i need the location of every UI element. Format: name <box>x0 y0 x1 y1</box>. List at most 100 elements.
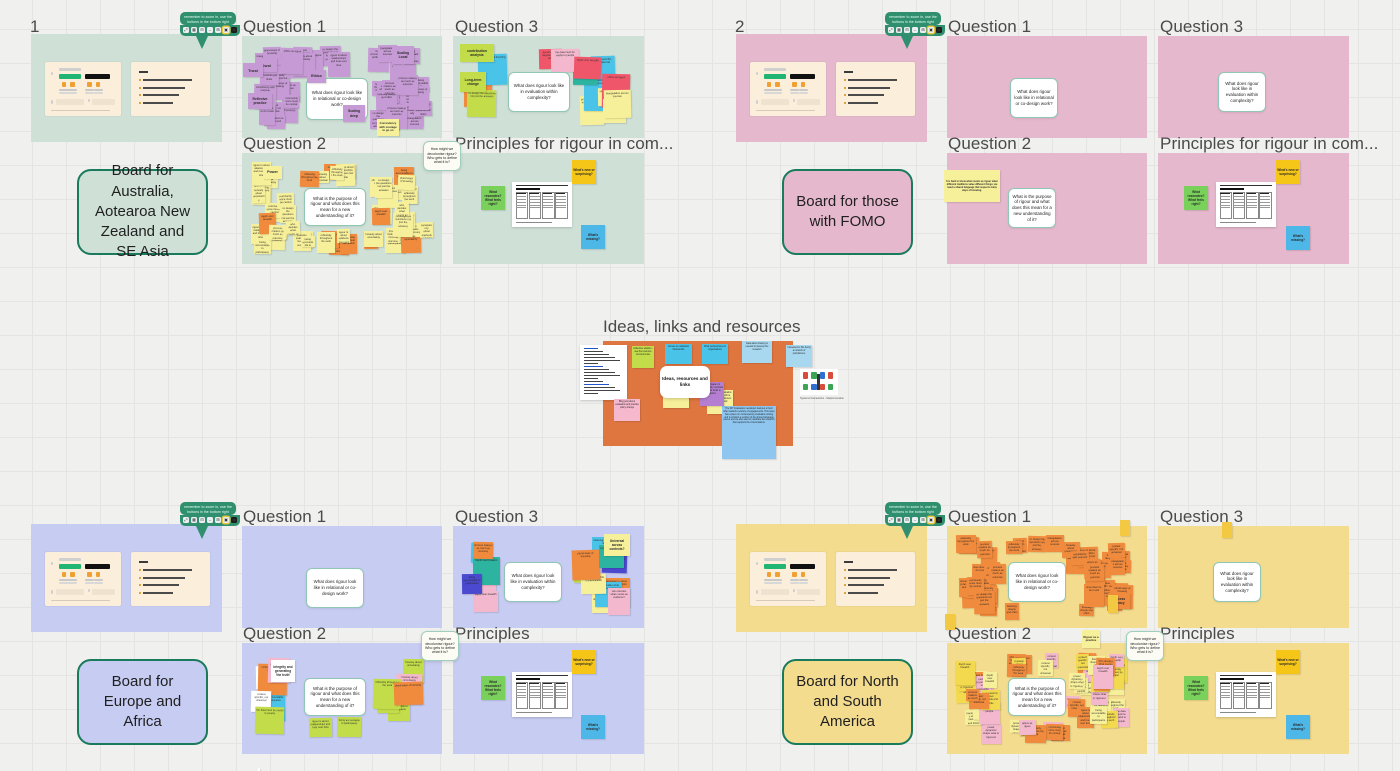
sticky-tab[interactable] <box>1222 522 1232 538</box>
resource-sticky[interactable]: Access to evaluation frameworks <box>665 344 692 364</box>
sticky-note[interactable]: ethics as rigour <box>280 47 304 74</box>
presentation-icon[interactable]: ▣ <box>928 26 934 33</box>
sticky-missing[interactable]: What's missing? <box>581 715 605 739</box>
sticky-note[interactable]: process matters as much as outcome <box>397 74 419 95</box>
sticky-note[interactable]: co-design the questions not just the ans… <box>393 213 415 238</box>
sticky-tab[interactable] <box>1108 595 1118 613</box>
sticky-note[interactable]: rigour is about relationships and trust … <box>336 229 351 244</box>
sticky-note[interactable]: reflexivity throughout the work <box>329 165 345 180</box>
sticky-note[interactable]: community voice must be central <box>1045 723 1064 740</box>
sticky-note[interactable]: depth over breadth <box>1092 664 1113 689</box>
decolonise-float-note[interactable]: How might we decolonise rigour? Who gets… <box>421 631 459 661</box>
sticky-consistency[interactable]: Consistency with courage to go on <box>377 119 399 136</box>
sticky-power[interactable]: Power <box>263 166 282 179</box>
resource-sticky[interactable]: Collective wisdom - see the resource com… <box>632 346 654 368</box>
sticky-note[interactable]: reflexivity throughout the work <box>1005 540 1022 554</box>
sticky-tab[interactable] <box>1120 520 1130 536</box>
zoom-level[interactable]: – <box>207 516 213 523</box>
sticky-note[interactable]: slow down to do it well <box>1083 583 1104 607</box>
fit-screen-icon[interactable]: ⤢ <box>888 516 894 523</box>
sticky-yellow-long[interactable]: It is hard to know what counts as rigour… <box>944 170 1000 202</box>
sticky-note[interactable]: process matters as much as outcome <box>473 541 494 559</box>
presentation-icon[interactable]: ▣ <box>223 26 229 33</box>
board-label[interactable]: Board for Australia, Aotearoa New Zealan… <box>77 162 208 260</box>
sticky-note[interactable]: depth over breadth <box>371 207 391 225</box>
sticky-note[interactable]: process matters as much as outcome <box>988 563 1006 584</box>
sticky-note[interactable]: reflexivity throughout the work <box>316 231 336 253</box>
zoom-in-icon[interactable]: ⊞ <box>920 26 926 33</box>
sticky-surprising[interactable]: What's new or surprising? <box>572 650 596 674</box>
resource-sticky[interactable]: Interested in this being a network of pr… <box>786 345 812 367</box>
zoom-out-icon[interactable]: ⊟ <box>199 516 205 523</box>
board-label[interactable]: Board for Europe and Africa <box>77 659 208 745</box>
resource-sticky[interactable]: What perspectives on organisations <box>702 344 728 364</box>
sticky-note[interactable]: being accountable to participants <box>254 238 272 254</box>
sticky-note[interactable]: who decides what counts as evidence? <box>394 201 409 216</box>
sticky-missing[interactable]: What's missing? <box>1286 226 1310 250</box>
sticky-note[interactable]: who decides what counts as evidence? <box>607 588 630 616</box>
principles-document[interactable] <box>512 182 572 227</box>
sticky-resonates[interactable]: What resonates? What feels right? <box>481 676 505 700</box>
principles-document[interactable] <box>1216 182 1276 227</box>
sticky-ethics[interactable]: Ethics <box>307 70 326 83</box>
sticky-note[interactable]: depth over breadth <box>982 671 997 688</box>
sticky-contribution-analysis[interactable]: contribution analysis <box>460 44 494 62</box>
zoom-out-icon[interactable]: ⊟ <box>904 516 910 523</box>
zoom-level[interactable]: – <box>912 26 918 33</box>
principles-document[interactable] <box>512 672 572 717</box>
sticky-surprising[interactable]: What's new or surprising? <box>1276 650 1300 674</box>
sticky-note[interactable]: triangulation across sources <box>406 114 424 129</box>
sticky-resonates[interactable]: What resonates? What feels right? <box>1184 186 1208 210</box>
sticky-note[interactable]: depth over breadth <box>573 56 601 80</box>
sticky-note[interactable]: transparency about methods and limits <box>420 221 434 238</box>
systems-diagram-thumbnail[interactable] <box>800 369 838 395</box>
frames-icon[interactable]: ▦ <box>191 516 197 523</box>
sticky-note[interactable]: co-design the questions not just the ans… <box>1027 536 1047 553</box>
help-icon[interactable]: ◉ <box>231 26 237 33</box>
sticky-note[interactable]: process matters as much as outcome <box>1084 564 1105 582</box>
sticky-missing[interactable]: What's missing? <box>1286 715 1310 739</box>
fit-screen-icon[interactable]: ⤢ <box>183 516 189 523</box>
zoom-level[interactable]: – <box>207 26 213 33</box>
board-label[interactable]: Board for those with FOMO <box>782 169 913 255</box>
sticky-note[interactable]: honesty about uncertainty <box>251 186 266 204</box>
decolonise-float-note[interactable]: How might we decolonise rigour? Who gets… <box>423 141 461 171</box>
sticky-note[interactable]: ethics as rigour <box>1018 720 1036 737</box>
presentation-icon[interactable]: ▣ <box>928 516 934 523</box>
sticky-rigour-practice[interactable]: Rigour as a practice <box>1082 630 1100 648</box>
presentation-icon[interactable]: ▣ <box>223 516 229 523</box>
board-label[interactable]: Board for North and South America <box>782 659 913 745</box>
sticky-note[interactable]: plural ways of knowing <box>571 549 601 581</box>
sticky-note[interactable]: process matters as much as outcome <box>268 224 287 241</box>
sticky-note[interactable]: reflexivity throughout the work <box>299 170 319 188</box>
sticky-note[interactable]: co-design the questions not just the ans… <box>374 176 393 199</box>
zoom-in-icon[interactable]: ⊞ <box>215 26 221 33</box>
sticky-note[interactable]: being accountable to participants <box>300 236 315 248</box>
sticky-resonates[interactable]: What resonates? What feels right? <box>1184 676 1208 700</box>
fit-screen-icon[interactable]: ⤢ <box>183 26 189 33</box>
sticky-note[interactable]: who decides what counts as evidence? <box>285 220 300 235</box>
sticky-note[interactable]: listening deeply and often <box>1005 602 1020 620</box>
decolonise-float-note[interactable]: How might we decolonise rigour? Who gets… <box>1126 631 1164 661</box>
resource-sticky[interactable]: Blog post about evaluation and practice … <box>614 399 640 421</box>
sticky-note[interactable]: reflexivity throughout the work <box>1010 664 1026 677</box>
sticky-trust-2[interactable]: Trust <box>243 63 263 77</box>
sticky-note[interactable]: power dynamics shape what is 'rigorous' <box>1068 672 1086 690</box>
frames-icon[interactable]: ▦ <box>191 26 197 33</box>
sticky-note[interactable]: rigour is about relationships and trust … <box>309 717 333 738</box>
zoom-out-icon[interactable]: ⊟ <box>904 26 910 33</box>
zoom-level[interactable]: – <box>912 516 918 523</box>
sticky-scaling-local[interactable]: Scaling Local <box>392 46 414 64</box>
sticky-note[interactable]: co-design the questions not just the ans… <box>466 89 497 118</box>
article-thumbnail[interactable] <box>580 345 627 400</box>
sticky-note[interactable]: the data must be useful to people <box>254 706 285 735</box>
resource-sticky[interactable]: Data about sharing is needed to develop … <box>742 341 772 363</box>
sticky-note[interactable]: process matters as much as outcome <box>976 540 993 559</box>
sticky-note[interactable]: power dynamics shape what is 'rigorous' <box>981 724 1002 744</box>
resource-sticky[interactable]: The DIY Evaluation newsletter features a… <box>722 406 776 459</box>
frames-icon[interactable]: ▦ <box>896 26 902 33</box>
fit-screen-icon[interactable]: ⤢ <box>888 26 894 33</box>
sticky-note[interactable]: depth over breadth <box>955 660 976 685</box>
sticky-surprising[interactable]: What's new or surprising? <box>1276 160 1300 184</box>
sticky-resonates[interactable]: What resonates? What feels right? <box>481 186 505 210</box>
